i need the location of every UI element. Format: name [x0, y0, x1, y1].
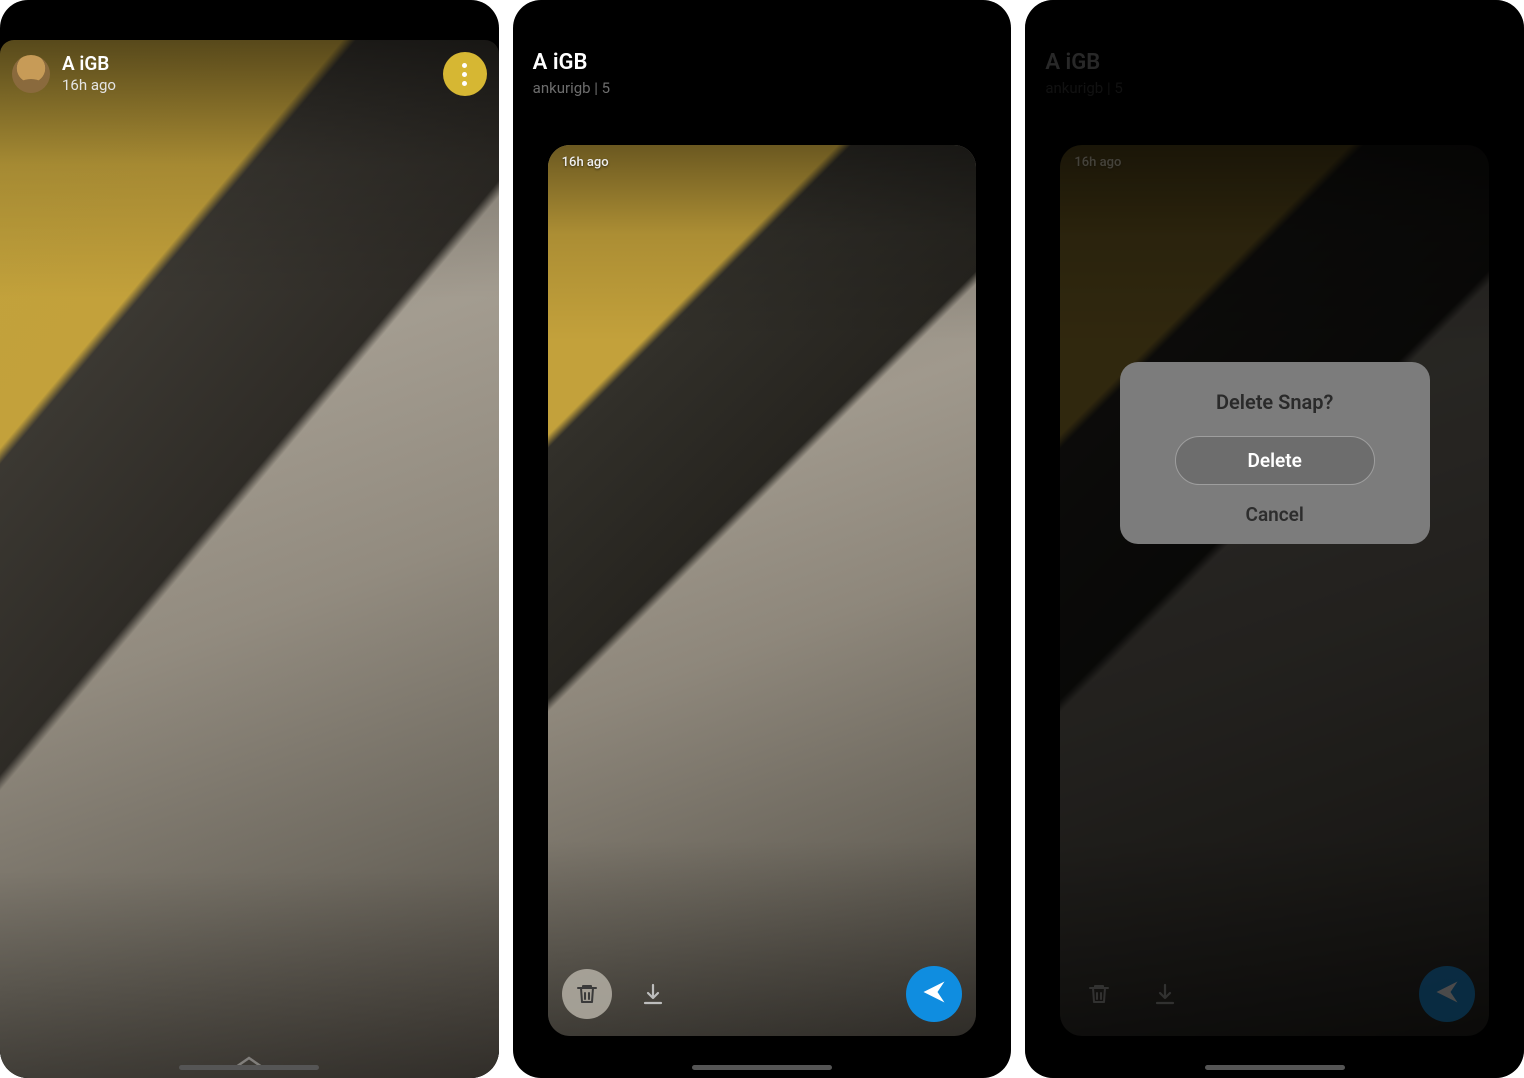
avatar[interactable]: [12, 55, 50, 93]
profile-header: A iGB ankurigb | 5: [533, 50, 992, 97]
snap-photo: [548, 145, 977, 1036]
screenshot-1: A iGB 16h ago: [0, 0, 499, 1078]
story-view[interactable]: A iGB 16h ago: [0, 40, 499, 1078]
snap-timestamp: 16h ago: [562, 155, 609, 170]
send-snap-button[interactable]: [906, 966, 962, 1022]
story-time: 16h ago: [62, 77, 431, 94]
home-indicator[interactable]: [179, 1065, 319, 1070]
delete-snap-button[interactable]: [562, 969, 612, 1019]
screenshot-3: A iGB ankurigb | 5 16h ago: [1025, 0, 1524, 1078]
profile-subtitle: ankurigb | 5: [533, 79, 992, 97]
confirm-delete-button[interactable]: Delete: [1175, 436, 1375, 485]
profile-name: A iGB: [533, 50, 992, 75]
more-dots-icon: [462, 63, 467, 68]
trash-icon: [575, 982, 599, 1006]
home-indicator[interactable]: [692, 1065, 832, 1070]
dialog-title: Delete Snap?: [1138, 390, 1412, 414]
screenshot-2: A iGB ankurigb | 5 16h ago: [513, 0, 1012, 1078]
snap-card[interactable]: 16h ago: [548, 145, 977, 1036]
story-photo: [0, 40, 499, 1078]
story-user-name: A iGB: [62, 54, 431, 75]
snap-actions: [562, 966, 963, 1022]
delete-confirm-dialog: Delete Snap? Delete Cancel: [1120, 362, 1430, 544]
cancel-button[interactable]: Cancel: [1175, 503, 1375, 526]
download-snap-button[interactable]: [628, 969, 678, 1019]
more-options-button[interactable]: [443, 52, 487, 96]
story-header: A iGB 16h ago: [12, 52, 487, 96]
home-indicator[interactable]: [1205, 1065, 1345, 1070]
send-icon: [920, 978, 948, 1010]
story-header-text: A iGB 16h ago: [62, 54, 431, 93]
download-icon: [641, 982, 665, 1006]
